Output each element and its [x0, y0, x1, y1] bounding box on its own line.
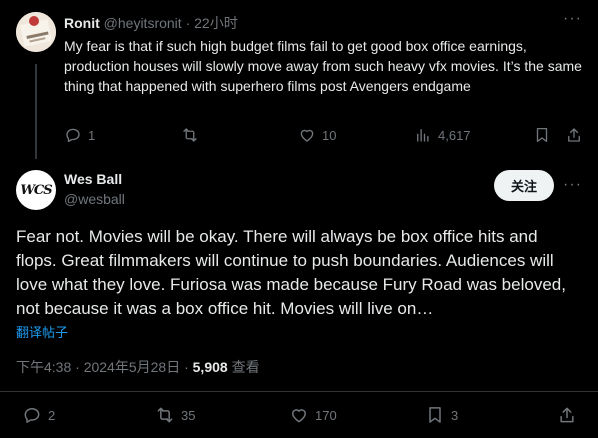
wesball-avatar-logo: WCS [20, 182, 52, 198]
reply-like-button[interactable]: 10 [298, 126, 336, 144]
reply-handle[interactable]: @heyitsronit [104, 15, 182, 31]
reply-bookmark-button[interactable] [533, 126, 551, 144]
reply-retweet-button[interactable] [181, 126, 205, 144]
reply-display-name[interactable]: Ronit [64, 15, 100, 31]
bookmark-icon [536, 127, 548, 143]
main-share-button[interactable] [557, 405, 577, 425]
retweet-icon [157, 407, 173, 423]
main-like-button[interactable]: 170 [289, 405, 337, 425]
reply-icon [24, 408, 40, 423]
reply-time[interactable]: 22小时 [194, 15, 238, 31]
main-more-button[interactable]: ··· [563, 176, 582, 194]
tweet-meta: 下午4:38 · 2024年5月28日 · 5,908 查看 [16, 357, 260, 377]
ronit-avatar[interactable] [16, 12, 56, 52]
main-retweet-button[interactable]: 35 [155, 405, 195, 425]
thread-connector-line [35, 64, 37, 159]
tweet-views-label: 查看 [231, 359, 260, 375]
reply-reply-button[interactable]: 1 [64, 126, 95, 144]
follow-button[interactable]: 关注 [494, 170, 554, 201]
main-reply-button[interactable]: 2 [22, 405, 55, 425]
retweet-icon [183, 128, 197, 142]
reply-views-button[interactable]: 4,617 [414, 126, 471, 144]
actions-top-divider [0, 391, 598, 392]
main-bookmark-count: 3 [451, 407, 459, 423]
wesball-avatar[interactable]: WCS [16, 170, 56, 210]
reply-icon [66, 128, 80, 143]
reply-more-button[interactable]: ··· [563, 10, 582, 28]
share-icon [568, 128, 580, 142]
main-handle[interactable]: @wesball [64, 191, 125, 207]
main-tweet-text: Fear not. Movies will be okay. There wil… [16, 227, 566, 318]
heart-icon [300, 129, 314, 142]
heart-icon [292, 409, 306, 423]
reply-like-count: 10 [322, 127, 337, 143]
main-retweet-count: 35 [181, 407, 196, 423]
main-reply-count: 2 [48, 407, 56, 423]
main-like-count: 170 [315, 407, 337, 423]
bookmark-icon [429, 407, 441, 423]
tweet-views-count: 5,908 [192, 359, 228, 375]
reply-views-count: 4,617 [438, 127, 471, 143]
main-bookmark-button[interactable]: 3 [425, 405, 458, 425]
reply-separator: · [185, 15, 191, 31]
ronit-avatar-image [16, 12, 56, 52]
main-display-name[interactable]: Wes Ball [64, 171, 122, 187]
tweet-timestamp[interactable]: 下午4:38 · 2024年5月28日 · [16, 359, 189, 375]
translate-post-link[interactable]: 翻译帖子 [16, 322, 68, 341]
share-icon [560, 407, 574, 423]
reply-share-button[interactable] [565, 126, 583, 144]
views-chart-icon [417, 129, 429, 142]
reply-reply-count: 1 [88, 127, 96, 143]
reply-text: My fear is that if such high budget film… [64, 38, 582, 94]
reply-header: Ronit @heyitsronit · 22小时 [64, 13, 238, 33]
